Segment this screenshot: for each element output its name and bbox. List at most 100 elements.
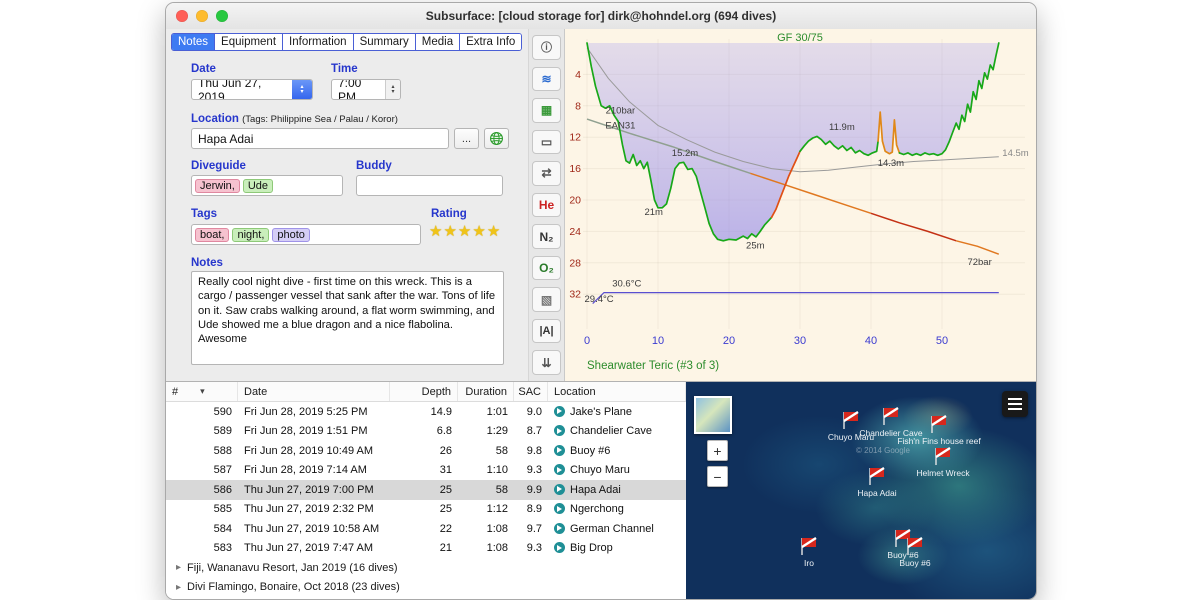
title-bar[interactable]: Subsurface: [cloud storage for] dirk@hoh… [166, 3, 1036, 30]
dive-row-589[interactable]: 589Fri Jun 28, 2019 1:51 PM6.81:298.7Cha… [166, 422, 686, 442]
dive-cell: 22 [390, 523, 458, 535]
date-input[interactable]: Thu Jun 27, 2019 ▴▾ [191, 79, 313, 100]
rating-star[interactable]: ★ [443, 223, 457, 240]
rating-star[interactable]: ★ [429, 223, 443, 240]
ruler-icon[interactable]: ▭ [532, 130, 561, 155]
maximize-button[interactable] [216, 10, 228, 22]
notes-textarea[interactable]: Really cool night dive - first time on t… [191, 271, 504, 365]
dive-location-label: Hapa Adai [570, 484, 621, 496]
dive-flag-chandelier-cave[interactable]: Chandelier Cave [859, 408, 923, 438]
close-button[interactable] [176, 10, 188, 22]
tab-extra-info[interactable]: Extra Info [459, 34, 521, 50]
location-input[interactable]: Hapa Adai [191, 128, 449, 149]
rating-stars[interactable]: ★★★★★ [429, 222, 501, 240]
location-map-button[interactable] [484, 128, 509, 149]
dive-location-cell: Ngerchong [548, 503, 686, 515]
dive-flag-hapa-adai[interactable]: Hapa Adai [857, 468, 896, 498]
dive-cell: 9.8 [514, 445, 548, 457]
dive-flag-iro[interactable]: Iro [802, 538, 816, 568]
tab-summary[interactable]: Summary [353, 34, 415, 50]
tab-information[interactable]: Information [282, 34, 353, 50]
chip-photo: photo [272, 228, 310, 242]
dive-list-header[interactable]: #▾DateDepthDurationSACLocation [166, 382, 686, 402]
svg-text:EAN31: EAN31 [605, 121, 635, 132]
trip-row[interactable]: ▸Fiji, Wananavu Resort, Jan 2019 (16 div… [166, 558, 686, 578]
svg-text:32: 32 [569, 289, 581, 301]
tissues-graph-toggle[interactable]: |A| [532, 319, 561, 344]
dive-flag-helmet-wreck[interactable]: Helmet Wreck [916, 448, 970, 478]
date-dropdown-icon[interactable]: ▴▾ [292, 80, 312, 99]
trip-row[interactable]: ▸ Divi Flamingo, Bonaire, Oct 2018 (23 di… [166, 578, 686, 598]
dive-site-icon [554, 523, 565, 534]
dive-cell: 590 [166, 406, 238, 418]
svg-text:72bar: 72bar [967, 257, 991, 268]
trip-expand-icon[interactable]: ▸ [176, 562, 181, 573]
column-header-depth[interactable]: Depth [390, 382, 458, 401]
tags-input[interactable]: boat,night,photo [191, 224, 421, 245]
dive-cell: 1:10 [458, 464, 514, 476]
tab-equipment[interactable]: Equipment [214, 34, 282, 50]
notes-tab-bar: NotesEquipmentInformationSummaryMediaExt… [171, 33, 522, 51]
dive-row-587[interactable]: 587Fri Jun 28, 2019 7:14 AM311:109.3Chuy… [166, 461, 686, 481]
map-panel[interactable]: Chuyo MaruChandelier CaveFish'n Fins hou… [686, 382, 1036, 599]
minimize-button[interactable] [196, 10, 208, 22]
rating-star[interactable]: ★ [472, 223, 486, 240]
dive-cell: 21 [390, 542, 458, 554]
buddy-input[interactable] [356, 175, 503, 196]
svg-text:24: 24 [569, 226, 581, 238]
time-input[interactable]: 7:00 PM ▴▾ [331, 79, 401, 100]
svg-text:40: 40 [865, 335, 877, 347]
divecomputer-icon[interactable]: ⇄ [532, 161, 561, 186]
location-more-button[interactable]: ... [454, 128, 479, 149]
map-menu-button[interactable] [1002, 391, 1028, 417]
time-stepper-icon[interactable]: ▴▾ [385, 80, 400, 99]
dive-cell: 1:29 [458, 425, 514, 437]
svg-text:28: 28 [569, 257, 581, 269]
dive-row-588[interactable]: 588Fri Jun 28, 2019 10:49 AM26589.8Buoy … [166, 441, 686, 461]
tab-media[interactable]: Media [415, 34, 459, 50]
column-header-duration[interactable]: Duration [458, 382, 514, 401]
svg-text:25m: 25m [746, 241, 765, 252]
dive-cell: 588 [166, 445, 238, 457]
svg-text:29.4°C: 29.4°C [585, 294, 614, 305]
dive-cell: 586 [166, 484, 238, 496]
inset-map[interactable] [694, 396, 732, 434]
column-header-sac[interactable]: SAC [514, 382, 548, 401]
rating-star[interactable]: ★ [458, 223, 472, 240]
sac-colors-toggle[interactable]: ▧ [532, 287, 561, 312]
zoom-out-button[interactable]: − [707, 466, 728, 487]
dive-cell: Fri Jun 28, 2019 5:25 PM [238, 406, 390, 418]
tab-notes[interactable]: Notes [172, 34, 214, 50]
column-header-date[interactable]: Date [238, 382, 390, 401]
collapse-profile-icon[interactable]: ⇊ [532, 350, 561, 375]
trip-expand-icon[interactable]: ▸ [176, 582, 181, 593]
nitrogen-graph-toggle[interactable]: N₂ [532, 224, 561, 249]
diveguide-input[interactable]: Jerwin,Ude [191, 175, 343, 196]
chip-Ude: Ude [243, 179, 273, 193]
dive-row-585[interactable]: 585Thu Jun 27, 2019 2:32 PM251:128.9Nger… [166, 500, 686, 520]
column-header-num[interactable]: #▾ [166, 382, 238, 401]
rating-star[interactable]: ★ [487, 223, 501, 240]
dive-row-586[interactable]: 586Thu Jun 27, 2019 7:00 PM25589.9Hapa A… [166, 480, 686, 500]
dive-cell: 1:08 [458, 523, 514, 535]
dive-site-icon [554, 445, 565, 456]
column-header-location[interactable]: Location [548, 382, 686, 401]
helium-graph-toggle[interactable]: He [532, 193, 561, 218]
trip-label: Divi Flamingo, Bonaire, Oct 2018 (23 div… [187, 581, 400, 593]
picture-icon[interactable]: ▦ [532, 98, 561, 123]
location-label: Location (Tags: Philippine Sea / Palau /… [191, 113, 398, 125]
zoom-in-button[interactable]: + [707, 440, 728, 461]
oxygen-graph-toggle[interactable]: O₂ [532, 256, 561, 281]
dive-cell: 1:08 [458, 542, 514, 554]
map-canvas[interactable]: Chuyo MaruChandelier CaveFish'n Fins hou… [686, 382, 1036, 599]
dive-row-583[interactable]: 583Thu Jun 27, 2019 7:47 AM211:089.3Big … [166, 539, 686, 559]
info-icon[interactable]: ⓘ [532, 35, 561, 60]
dive-cell: Thu Jun 27, 2019 10:58 AM [238, 523, 390, 535]
dive-location-label: Buoy #6 [570, 445, 610, 457]
svg-text:0: 0 [584, 335, 590, 347]
dive-list: #▾DateDepthDurationSACLocation 590Fri Ju… [166, 382, 686, 599]
rating-label: Rating [431, 208, 467, 220]
swimmer-icon[interactable]: ≋ [532, 67, 561, 92]
dive-row-590[interactable]: 590Fri Jun 28, 2019 5:25 PM14.91:019.0Ja… [166, 402, 686, 422]
dive-row-584[interactable]: 584Thu Jun 27, 2019 10:58 AM221:089.7Ger… [166, 519, 686, 539]
